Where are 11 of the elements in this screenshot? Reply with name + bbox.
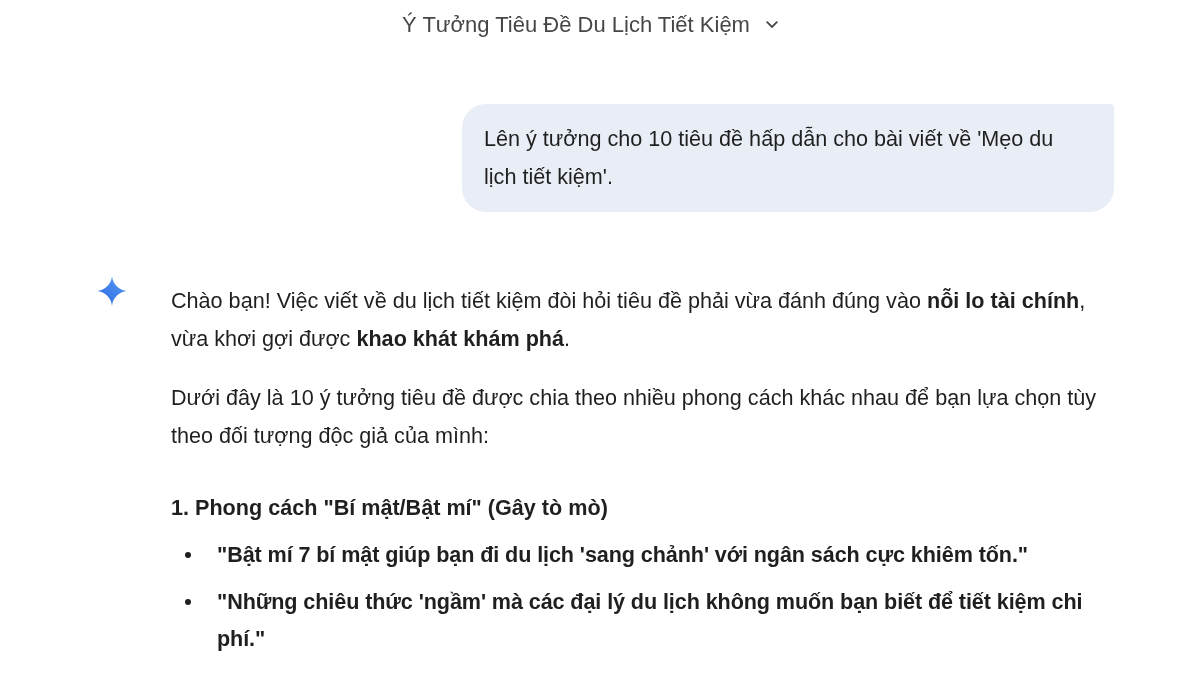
bullet-text: "Những chiêu thức 'ngầm' mà các đại lý du lịch không muốn bạn biết để tiết kiệm chi phí." bbox=[217, 588, 1084, 653]
conversation-title-button[interactable]: Ý Tưởng Tiêu Đề Du Lịch Tiết Kiệm bbox=[394, 8, 786, 42]
bullet-icon bbox=[185, 599, 191, 605]
sparkle-icon bbox=[97, 276, 127, 306]
response-paragraph: Dưới đây là 10 ý tưởng tiêu đề được chia theo nhiều phong cách khác nhau để bạn lựa chọn tùy theo đối tượng độc giả của mình: bbox=[171, 384, 1098, 450]
section-heading: 1. Phong cách "Bí mật/Bật mí" (Gây tò mò) bbox=[171, 494, 609, 522]
bullet-icon bbox=[185, 552, 191, 558]
bullet-text: "Bật mí 7 bí mật giúp bạn đi du lịch 'sang chảnh' với ngân sách cực khiêm tốn." bbox=[217, 541, 1028, 569]
response-paragraph: Chào bạn! Việc viết về du lịch tiết kiệm đòi hỏi tiêu đề phải vừa đánh đúng vào nỗi lo tài chính, vừa khơi gợi được khao khát khám phá. bbox=[171, 287, 1087, 353]
user-message-bubble: Lên ý tưởng cho 10 tiêu đề hấp dẫn cho bài viết về 'Mẹo du lịch tiết kiệm'. bbox=[462, 104, 1114, 212]
chevron-down-icon bbox=[765, 21, 778, 29]
